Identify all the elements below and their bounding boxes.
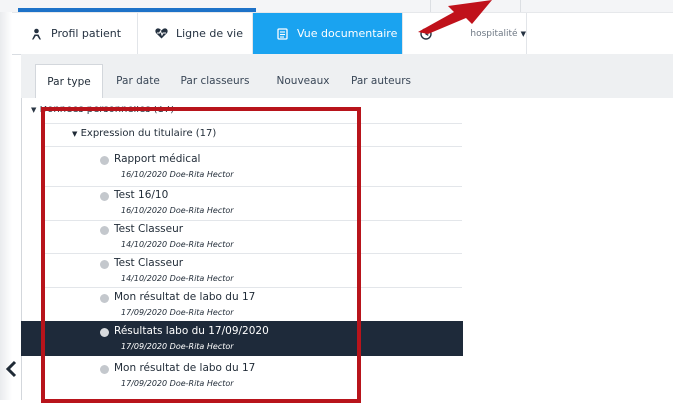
document-item-selected[interactable]: Résultats labo du 17/09/2020 17/09/2020 … [21,321,463,356]
view-mode-tabs: Par type Par date Par classeurs Nouveaux… [21,54,673,99]
subtab-label: Par auteurs [350,75,412,87]
document-title: Test Classeur [114,223,184,235]
tree-subgroup-header[interactable]: ▼ Expression du titulaire (17) [72,128,216,139]
person-icon [29,27,43,41]
tab-ligne-de-vie[interactable]: Ligne de vie [138,13,253,54]
status-dot-icon [100,365,109,374]
left-shadow [0,12,12,400]
document-meta: 17/09/2020 Doe-Rita Hector [121,308,234,317]
tab-label: Profil patient [51,27,122,40]
document-title: Rapport médical [114,153,201,165]
divider [41,287,462,288]
status-dot-icon [100,226,109,235]
subtab-nouveaux[interactable]: Nouveaux [272,64,334,98]
subtab-label: Par type [47,75,91,88]
subtab-label: Par classeurs [180,75,250,87]
document-icon [275,27,289,41]
subtab-par-type[interactable]: Par type [35,64,103,98]
tab-vue-documentaire[interactable]: Vue documentaire [253,13,403,54]
document-meta: 17/09/2020 Doe-Rita Hector [121,342,234,351]
subtab-par-classeurs[interactable]: Par classeurs [174,64,256,98]
chevron-left-icon[interactable] [5,360,19,378]
status-dot-icon [100,192,109,201]
annotation-arrow-icon [418,0,492,34]
tree-group-header[interactable]: ▼ Données personnelles (17) [31,106,461,118]
subtab-label: Par date [116,75,160,87]
group-label: Données personnelles (17) [39,106,175,115]
document-meta: 14/10/2020 Doe-Rita Hector [121,240,234,249]
caret-down-icon: ▼ [31,106,37,114]
caret-down-icon: ▼ [72,130,78,138]
divider [41,220,462,221]
status-dot-icon [100,328,109,337]
status-dot-icon [100,294,109,303]
top-strip [0,0,673,12]
divider [41,253,462,254]
document-item[interactable]: Test 16/10 16/10/2020 Doe-Rita Hector [21,188,463,220]
document-title: Résultats labo du 17/09/2020 [114,325,269,337]
document-title: Mon résultat de labo du 17 [114,362,256,374]
tab-label: Ligne de vie [176,27,243,40]
subtab-par-date[interactable]: Par date [109,64,167,98]
chevron-down-icon: ▼ [520,29,526,38]
divider [520,0,521,12]
divider [41,146,462,147]
document-item[interactable]: Mon résultat de labo du 17 17/09/2020 Do… [21,290,463,322]
document-title: Test Classeur [114,257,184,269]
top-nav: Profil patient Ligne de vie Vue document… [12,12,673,55]
status-dot-icon [100,260,109,269]
document-title: Test 16/10 [114,189,169,201]
document-item[interactable]: Mon résultat de labo du 17 17/09/2020 Do… [21,361,463,393]
document-item[interactable]: Test Classeur 14/10/2020 Doe-Rita Hector [21,256,463,288]
document-meta: 14/10/2020 Doe-Rita Hector [121,274,234,283]
document-title: Mon résultat de labo du 17 [114,291,256,303]
subtab-par-auteurs[interactable]: Par auteurs [342,64,420,98]
tab-profil-patient[interactable]: Profil patient [12,13,138,54]
divider [41,186,462,187]
subtab-label: Nouveaux [276,75,330,87]
document-meta: 16/10/2020 Doe-Rita Hector [121,206,234,215]
heart-icon [154,27,168,41]
subgroup-label: Expression du titulaire (17) [80,128,217,139]
document-meta: 16/10/2020 Doe-Rita Hector [121,170,234,179]
tab-label: Vue documentaire [297,27,398,40]
divider [41,123,462,124]
document-meta: 17/09/2020 Doe-Rita Hector [121,379,234,388]
document-item[interactable]: Test Classeur 14/10/2020 Doe-Rita Hector [21,222,463,254]
status-dot-icon [100,156,109,165]
document-item[interactable]: Rapport médical 16/10/2020 Doe-Rita Hect… [21,152,463,184]
